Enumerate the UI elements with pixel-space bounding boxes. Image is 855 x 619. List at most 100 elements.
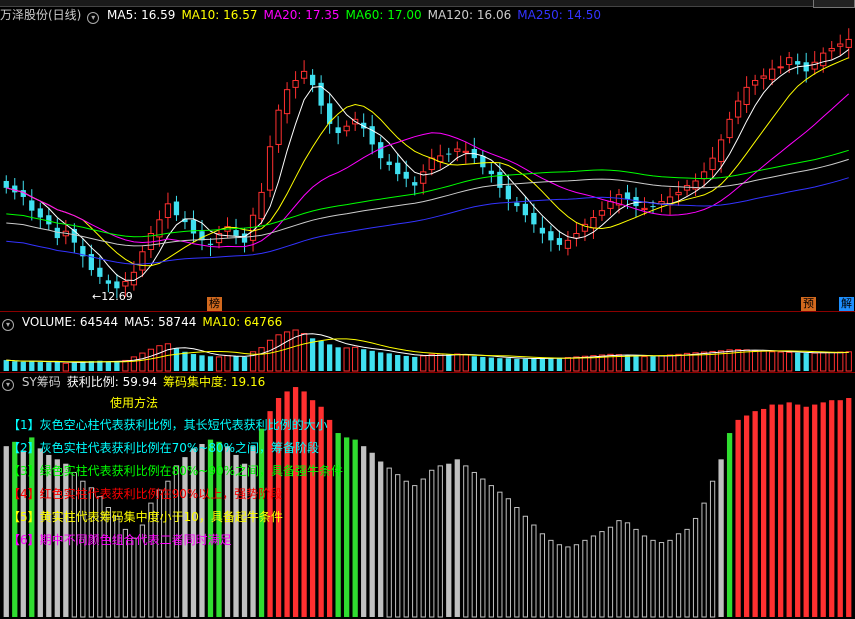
candle-body	[395, 162, 401, 175]
volume-bar	[80, 362, 86, 371]
volume-bar	[803, 353, 809, 371]
candle-body	[97, 267, 103, 277]
sy-bar	[565, 546, 571, 618]
volume-bar	[795, 352, 801, 371]
candle-body	[683, 185, 691, 191]
candle-body	[734, 100, 742, 118]
volume-bar	[633, 356, 639, 371]
candle-body	[488, 170, 494, 175]
candle-body	[105, 280, 112, 284]
volume-bar	[837, 351, 844, 372]
volume-bar	[139, 352, 146, 372]
volume-legend: VOLUME: 64544 MA5: 58744 MA10: 64766	[22, 315, 288, 329]
volume-bar	[828, 351, 835, 372]
candle-body	[428, 157, 435, 171]
usage-note-3: 【3】绿色实柱代表获利比例在80%~90%之间，具备强牛条件	[8, 464, 344, 478]
tag-jie[interactable]: 解	[839, 297, 854, 311]
volume-bar	[581, 355, 589, 372]
volume-bar	[760, 350, 767, 372]
tag-yu[interactable]: 预	[801, 297, 816, 311]
volume_labels-label-0: VOLUME: 64544	[21, 315, 119, 329]
volume-bar	[497, 358, 503, 371]
volume-bar	[199, 355, 205, 371]
candle-body	[845, 38, 852, 48]
volume-bar	[147, 348, 155, 372]
sy-bar	[599, 531, 605, 618]
candle-body	[412, 182, 418, 186]
candle-body	[29, 200, 35, 211]
volume-bar	[548, 357, 554, 371]
ma20-line	[6, 93, 850, 248]
candle-body	[258, 191, 265, 220]
sy-bar	[420, 478, 426, 618]
candle-body	[190, 219, 197, 234]
volume-bar	[777, 351, 784, 372]
candle-body	[786, 57, 793, 66]
sy-bar	[692, 517, 699, 618]
volume-bar	[480, 356, 486, 371]
sy-bar	[233, 454, 239, 617]
volume-bar	[454, 353, 461, 372]
sy-bar	[607, 526, 614, 618]
candle-body	[556, 238, 563, 245]
volume-bar	[428, 353, 435, 372]
pane-separator	[0, 372, 855, 373]
usage-title: 使用方法	[110, 396, 159, 410]
candle-body	[820, 52, 827, 67]
candle-body	[292, 80, 299, 88]
volume-bar	[386, 353, 392, 371]
volume-bar	[258, 347, 265, 372]
sy-bar	[437, 465, 443, 618]
volume-bar	[769, 351, 776, 372]
volume-bar	[62, 362, 69, 372]
sy-bar	[846, 398, 852, 617]
tag-bang[interactable]: 榜	[207, 297, 222, 311]
candle-body	[717, 139, 725, 163]
usage-note-2: 【2】灰色实柱代表获利比例在70%~80%之间，筹备阶段	[8, 441, 320, 455]
volume-bar	[615, 354, 623, 372]
candle-body	[811, 61, 818, 70]
pane-separator	[0, 311, 855, 312]
volume-bar	[283, 331, 291, 372]
candle-body	[164, 203, 172, 219]
volume-bar	[352, 346, 359, 372]
sy-bar	[820, 402, 826, 617]
candle-body	[633, 196, 639, 207]
candle-body	[743, 86, 750, 105]
sy-bar	[463, 465, 469, 618]
volume-bar	[683, 352, 691, 372]
sy-bar	[641, 535, 648, 618]
candle-body	[675, 191, 682, 196]
sy-bar	[658, 542, 665, 618]
sy-bar	[556, 544, 563, 618]
ma120-line	[6, 158, 849, 247]
candle-body	[454, 148, 461, 152]
sy-legend: SY筹码 获利比例: 59.94 筹码集中度: 19.16	[22, 375, 271, 389]
sy-bar	[701, 502, 707, 618]
sy-bar	[667, 539, 673, 618]
volume-bar	[300, 333, 308, 372]
candle-body	[531, 212, 537, 225]
volume-bar	[820, 352, 827, 372]
volume-pane-header: ▾ VOLUME: 64544 MA5: 58744 MA10: 64766	[0, 314, 288, 331]
volume-bar	[650, 356, 656, 371]
candle-body	[283, 89, 291, 115]
usage-note-1: 【1】灰色空心柱代表获利比例，其长短代表获利比例的大小	[8, 418, 328, 432]
price-pane	[3, 28, 852, 299]
volume-bar	[437, 353, 444, 372]
chevron-down-icon[interactable]: ▾	[2, 379, 14, 391]
volume-bar	[845, 351, 852, 372]
volume-bar	[46, 362, 52, 371]
stock-chart	[3, 28, 852, 618]
candle-body	[598, 210, 606, 216]
chevron-down-icon[interactable]: ▾	[2, 319, 14, 331]
candle-body	[335, 127, 341, 134]
volume-bar	[378, 352, 384, 371]
candle-body	[12, 185, 18, 193]
sy-bar	[650, 539, 656, 618]
sy_labels-label-2: 筹码集中度: 19.16	[163, 375, 266, 389]
candle-body	[726, 118, 733, 139]
candle-body	[130, 271, 138, 286]
volume-bar	[514, 358, 520, 371]
candle-body	[207, 243, 214, 245]
